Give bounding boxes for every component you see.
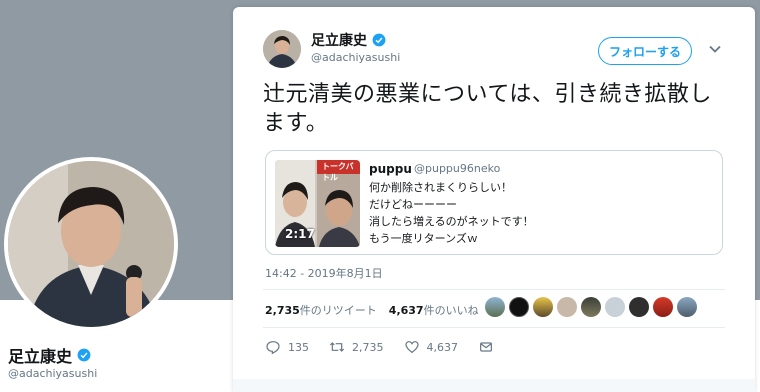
- profile-name-text: 足立康史: [8, 347, 73, 366]
- liker-avatars: [485, 297, 697, 317]
- liker-avatar[interactable]: [581, 297, 601, 317]
- author-name-text: 足立康史: [311, 33, 367, 49]
- profile-handle: @adachiyasushi: [8, 367, 98, 380]
- thumbnail-caption: トークバトル: [322, 162, 354, 182]
- quoted-line: 消したら増えるのがネットです！: [369, 215, 534, 228]
- tweet-actions: 135 2,735 4,637: [265, 339, 514, 355]
- tweet-text: 辻元清美の悪業については、引き続き拡散します。: [263, 82, 712, 136]
- like-button[interactable]: 4,637: [404, 339, 459, 355]
- tweet-modal: 足立康史 @adachiyasushi フォローする 辻元清美の悪業については、…: [233, 7, 755, 392]
- retweet-icon: [329, 342, 345, 352]
- liker-avatar[interactable]: [629, 297, 649, 317]
- retweet-count: 2,735: [352, 340, 384, 354]
- author-handle[interactable]: @adachiyasushi: [311, 51, 400, 64]
- quoted-tweet-text: 何か削除されまくりらしい！ だけどねーーーー 消したら増えるのがネットです！ も…: [369, 179, 534, 247]
- like-count: 4,637: [426, 340, 459, 354]
- author-avatar-photo: [263, 30, 301, 68]
- like-stat[interactable]: 4,637件のいいね: [389, 302, 479, 318]
- liker-avatar[interactable]: [485, 297, 505, 317]
- divider: [263, 289, 725, 290]
- verified-badge-icon: [372, 33, 386, 47]
- liker-avatar[interactable]: [509, 297, 529, 317]
- like-stat-count: 4,637: [388, 304, 424, 317]
- reply-icon: [266, 341, 280, 355]
- retweet-stat-label: 件のリツイート: [299, 304, 377, 317]
- quoted-author-name: puppu: [369, 162, 412, 176]
- quoted-video-thumbnail[interactable]: トークバトル 2:17: [275, 160, 360, 247]
- retweet-stat-count: 2,735: [265, 304, 300, 317]
- liker-avatar[interactable]: [533, 297, 553, 317]
- quoted-line: 何か削除されまくりらしい！: [369, 181, 512, 194]
- reply-count: 135: [288, 340, 309, 354]
- video-duration: 2:17: [285, 227, 315, 241]
- liker-avatar[interactable]: [677, 297, 697, 317]
- tweet-stats: 2,735件のリツイート 4,637件のいいね: [265, 302, 479, 318]
- author-avatar[interactable]: [263, 30, 301, 68]
- quoted-tweet[interactable]: トークバトル 2:17 puppu @puppu96neko 何か削除されまくり…: [265, 150, 723, 255]
- modal-footer: [233, 379, 755, 392]
- chevron-down-icon[interactable]: [705, 39, 725, 59]
- liker-avatar[interactable]: [557, 297, 577, 317]
- profile-avatar[interactable]: [4, 157, 178, 331]
- quoted-line: もう一度リターンズｗ: [369, 232, 478, 245]
- like-stat-label: 件のいいね: [423, 304, 479, 317]
- like-icon: [404, 341, 419, 354]
- quoted-line: だけどねーーーー: [369, 198, 457, 211]
- reply-button[interactable]: 135: [265, 339, 309, 355]
- liker-avatar[interactable]: [605, 297, 625, 317]
- tweet-timestamp[interactable]: 14:42 - 2019年8月1日: [265, 265, 383, 281]
- quoted-author-handle: @puppu96neko: [414, 162, 501, 175]
- direct-message-button[interactable]: [478, 339, 494, 355]
- profile-avatar-photo: [8, 161, 174, 327]
- verified-badge-icon: [77, 348, 91, 362]
- divider: [263, 327, 725, 328]
- retweet-button[interactable]: 2,735: [329, 339, 384, 355]
- profile-name: 足立康史: [8, 343, 91, 367]
- follow-button[interactable]: フォローする: [598, 37, 692, 65]
- author-name[interactable]: 足立康史: [311, 30, 386, 50]
- message-icon: [480, 342, 492, 352]
- liker-avatar[interactable]: [653, 297, 673, 317]
- retweet-stat[interactable]: 2,735件のリツイート: [265, 302, 377, 318]
